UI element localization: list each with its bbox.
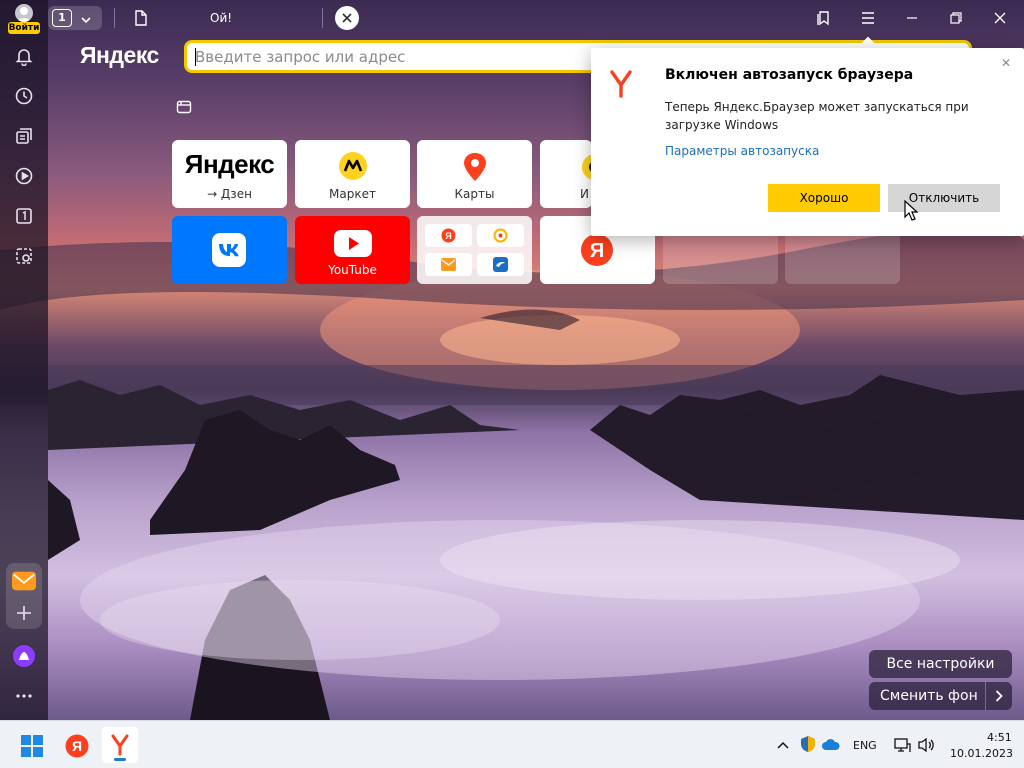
clock-date[interactable]: 10.01.2023 — [950, 747, 1013, 760]
yandex-circle-icon: Я — [580, 233, 614, 271]
minimize-icon[interactable] — [900, 6, 924, 30]
windows-taskbar: Я ENG 4:51 10.01.2023 — [0, 720, 1024, 768]
popup-body: Теперь Яндекс.Браузер может запускаться … — [665, 100, 969, 132]
tile-partial[interactable]: И — [540, 140, 592, 208]
menu-hamburger-icon[interactable] — [856, 6, 880, 30]
tile-yandex-dzen[interactable]: Яндекс → Дзен — [172, 140, 287, 208]
alice-assistant-icon[interactable] — [12, 644, 36, 668]
change-background-button[interactable]: Сменить фон — [869, 682, 1012, 710]
chevron-down-icon — [80, 11, 92, 30]
tile-yandex-logo: Яндекс — [184, 149, 275, 179]
document-icon — [134, 10, 148, 29]
group-item-disk — [477, 253, 524, 276]
tile-label: Маркет — [329, 187, 376, 201]
collections-icon[interactable] — [12, 124, 36, 148]
tab-close-icon[interactable] — [335, 6, 359, 30]
yandex-browser-icon — [609, 70, 633, 98]
security-shield-icon[interactable] — [799, 735, 817, 753]
language-indicator[interactable]: ENG — [853, 739, 877, 752]
add-plus-icon[interactable] — [12, 601, 36, 625]
tile-label: Карты — [454, 187, 495, 201]
tile-youtube[interactable]: YouTube — [295, 216, 410, 284]
tab-count-badge: 1 — [52, 9, 72, 27]
autostart-settings-link[interactable]: Параметры автозапуска — [665, 144, 819, 158]
screenshot-camera-icon[interactable] — [12, 244, 36, 268]
yandex-logo[interactable]: Яндекс — [80, 42, 159, 69]
tile-label: YouTube — [328, 263, 377, 277]
chevron-right-icon[interactable] — [986, 690, 1012, 702]
group-item-yandex: Я — [425, 224, 472, 247]
clock-time[interactable]: 4:51 — [987, 731, 1012, 744]
volume-icon[interactable] — [917, 736, 937, 754]
svg-text:Я: Я — [72, 738, 82, 754]
video-play-icon[interactable] — [12, 164, 36, 188]
tab-separator — [114, 8, 115, 28]
tabs-counter-icon[interactable] — [12, 204, 36, 228]
cloud-icon[interactable] — [821, 736, 841, 752]
notifications-bell-icon[interactable] — [12, 44, 36, 68]
vk-icon — [212, 233, 246, 271]
group-item-music — [477, 224, 524, 247]
tile-label: → Дзен — [207, 187, 252, 201]
svg-text:Я: Я — [590, 240, 604, 262]
tabs-dropdown-button[interactable]: 1 — [48, 6, 102, 30]
yandex-app-icon[interactable]: Я — [64, 733, 90, 759]
tab-active[interactable]: Ой! — [124, 4, 314, 32]
network-icon[interactable] — [893, 736, 911, 754]
search-input[interactable] — [195, 47, 595, 67]
chevron-up-icon[interactable] — [775, 737, 791, 753]
left-sidebar — [0, 0, 48, 720]
avatar — [15, 4, 33, 22]
popup-title: Включен автозапуск браузера — [665, 67, 914, 83]
close-window-icon[interactable] — [988, 6, 1012, 30]
active-indicator — [114, 758, 126, 761]
close-icon[interactable]: ✕ — [1001, 56, 1011, 70]
restore-icon[interactable] — [944, 6, 968, 30]
bookmarks-icon[interactable] — [812, 6, 836, 30]
tile-yandex-group[interactable]: Я — [417, 216, 532, 284]
ok-button[interactable]: Хорошо — [768, 184, 880, 212]
change-background-label: Сменить фон — [880, 688, 978, 704]
tile-vk[interactable] — [172, 216, 287, 284]
tab-title: Ой! — [210, 11, 233, 25]
windows-start-icon[interactable] — [20, 734, 44, 758]
mail-icon[interactable] — [10, 568, 38, 594]
tile-maps[interactable]: Карты — [417, 140, 532, 208]
login-label: Войти — [8, 22, 40, 34]
tableau-tabs-icon[interactable] — [176, 99, 192, 115]
more-dots-icon[interactable] — [12, 684, 36, 708]
login-button[interactable]: Войти — [8, 4, 40, 34]
tile-market[interactable]: Маркет — [295, 140, 410, 208]
history-clock-icon[interactable] — [12, 84, 36, 108]
tab-separator — [322, 8, 323, 28]
all-settings-button[interactable]: Все настройки — [869, 650, 1012, 678]
yandex-browser-taskbar-icon[interactable] — [102, 727, 138, 763]
youtube-play-icon — [334, 230, 372, 261]
svg-text:Я: Я — [445, 231, 451, 241]
autostart-notification: Включен автозапуск браузера Теперь Яндек… — [591, 48, 1024, 236]
map-pin-icon — [462, 152, 488, 186]
market-icon — [338, 151, 368, 185]
title-bar: Войти 1 Ой! — [8, 0, 1024, 36]
group-item-mail — [425, 253, 472, 276]
mouse-cursor-icon — [904, 199, 919, 226]
